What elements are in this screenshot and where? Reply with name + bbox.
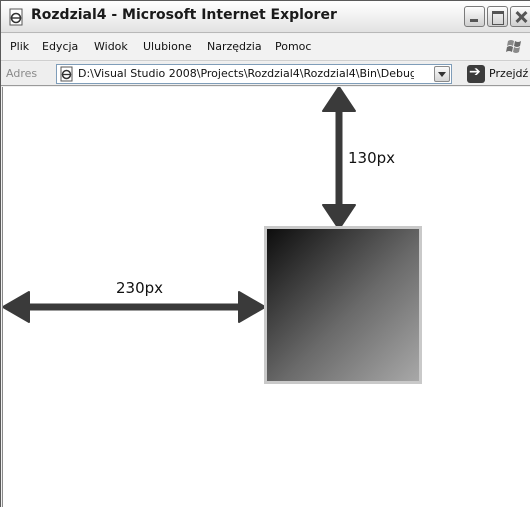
maximize-icon[interactable] — [487, 6, 508, 27]
menu-label-plik: Plik — [10, 40, 30, 53]
menu-label-widok: Widok — [94, 40, 128, 53]
windows-flag-icon — [506, 40, 521, 53]
chevron-down-icon[interactable] — [434, 66, 450, 82]
gradient-square — [264, 226, 422, 384]
page-content: 130px 230px — [2, 87, 530, 507]
ie-page-icon — [60, 66, 73, 82]
window-title: Rozdzial4 - Microsoft Internet Explorer — [31, 7, 337, 23]
menu-label-edycja: Edycja — [42, 40, 79, 53]
menu-item-ulubione[interactable]: Ulubione — [143, 40, 192, 53]
address-label: Adres — [6, 67, 38, 80]
go-arrow-icon[interactable] — [467, 64, 485, 83]
browser-window: Rozdzial4 - Microsoft Internet Explorer … — [0, 0, 530, 507]
menu-item-pomoc[interactable]: Pomoc — [275, 40, 311, 53]
title-bar[interactable]: Rozdzial4 - Microsoft Internet Explorer — [1, 1, 530, 33]
horizontal-offset-label: 230px — [116, 279, 164, 297]
menu-bar: Plik Edycja Widok Ulubione Narzędzia Pom… — [1, 34, 530, 61]
menu-label-ulubione: Ulubione — [143, 40, 192, 53]
address-bar: Adres D:\Visual Studio 2008\Projects\Roz… — [1, 62, 530, 86]
close-icon[interactable] — [510, 6, 530, 27]
address-input[interactable]: D:\Visual Studio 2008\Projects\Rozdzial4… — [78, 67, 414, 80]
menu-item-plik[interactable]: Plik — [10, 40, 29, 53]
menu-label-pomoc: Pomoc — [275, 40, 312, 53]
menu-item-edycja[interactable]: Edycja — [42, 40, 78, 53]
vertical-offset-label: 130px — [348, 149, 396, 167]
menu-item-narzedzia[interactable]: Narzędzia — [207, 40, 262, 53]
address-field[interactable]: D:\Visual Studio 2008\Projects\Rozdzial4… — [56, 64, 452, 84]
ie-page-icon — [9, 8, 23, 26]
menu-item-widok[interactable]: Widok — [94, 40, 128, 53]
minimize-icon[interactable] — [464, 6, 485, 27]
go-button-label[interactable]: Przejdź — [489, 67, 528, 80]
menu-label-narzedzia: Narzędzia — [207, 40, 262, 53]
